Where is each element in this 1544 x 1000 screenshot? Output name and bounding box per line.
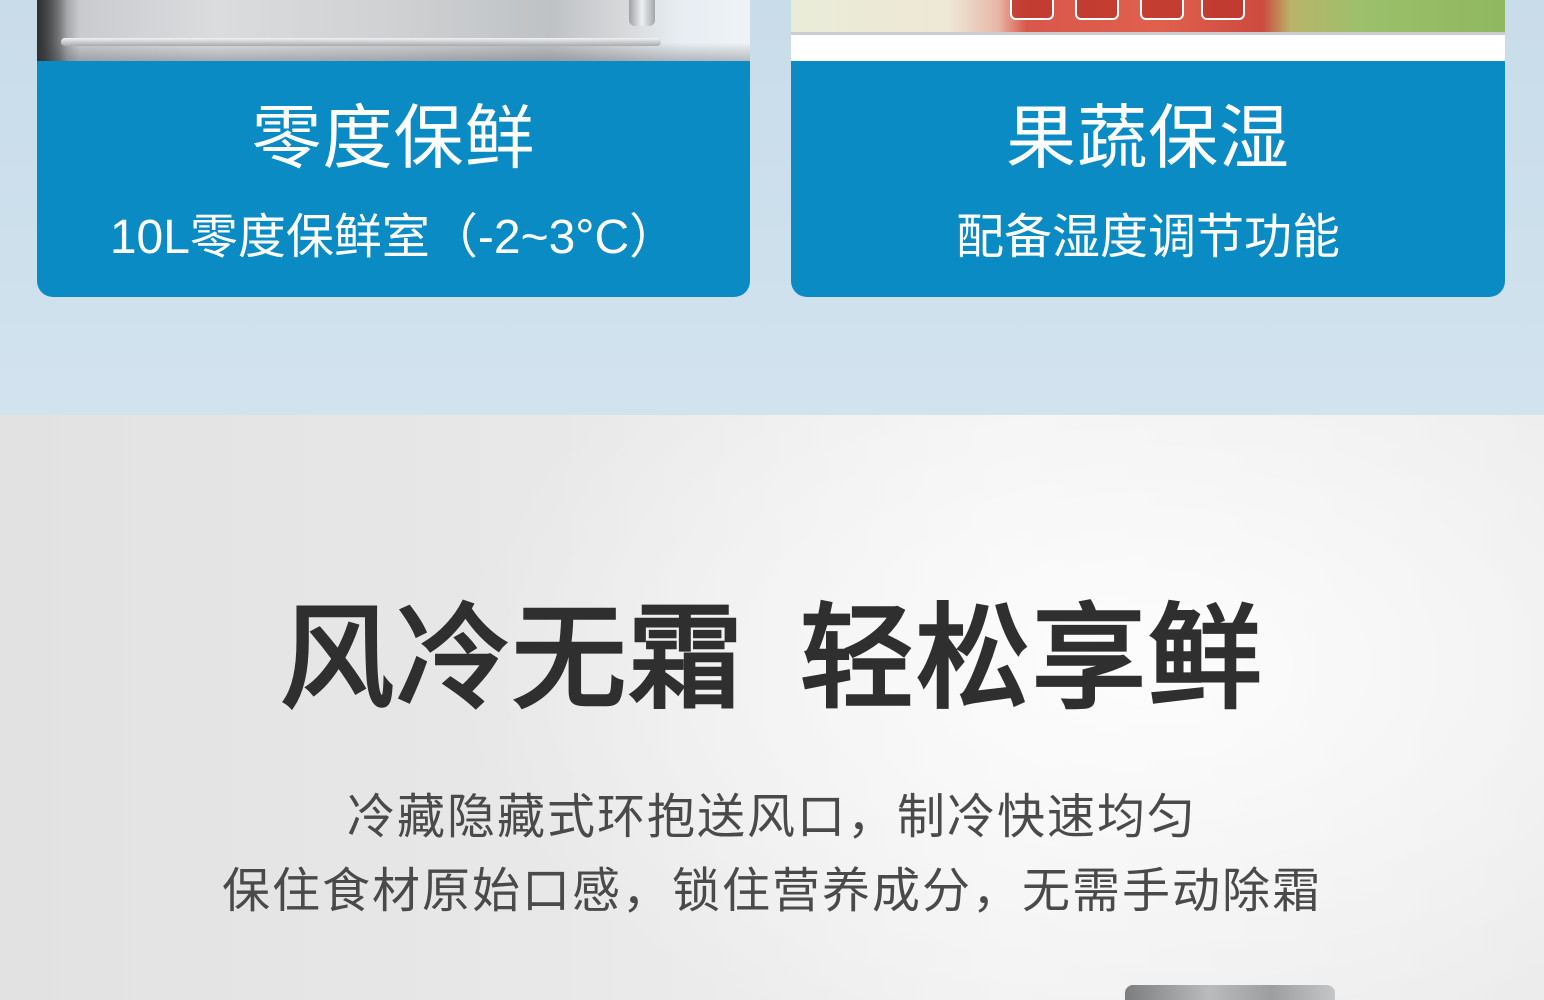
card-subtitle: 配备湿度调节功能 <box>955 211 1340 264</box>
drawer-edge <box>791 32 1505 35</box>
drawer-shadow <box>37 0 67 61</box>
produce-humidity-card: 果蔬保湿 配备湿度调节功能 <box>791 0 1505 297</box>
feature-heading: 风冷无霜 轻松享鲜 <box>280 596 1264 723</box>
drawer-clip <box>629 0 655 26</box>
feature-description-line: 保住食材原始口感，锁住营养成分，无需手动除霜 <box>221 865 1322 918</box>
food-category-icon <box>1140 0 1184 20</box>
fridge-top-edge <box>1125 985 1335 1000</box>
food-category-icon <box>1075 0 1119 20</box>
feature-description-line: 冷藏隐藏式环抱送风口，制冷快速均匀 <box>346 791 1197 844</box>
card-title: 果蔬保湿 <box>1006 99 1290 177</box>
stainless-steel-drawer-photo <box>37 0 750 61</box>
drawer-lip <box>61 38 661 46</box>
produce-drawer-photo <box>791 0 1505 61</box>
food-category-icon <box>1010 0 1054 20</box>
feature-cards-section: 零度保鲜 10L零度保鲜室（-2~3°C） 果蔬保湿 配备湿度调节功能 <box>0 0 1544 415</box>
food-category-icon <box>1201 0 1245 20</box>
zero-degree-card: 零度保鲜 10L零度保鲜室（-2~3°C） <box>37 0 750 297</box>
card-title: 零度保鲜 <box>251 99 536 177</box>
frost-free-section: 风冷无霜 轻松享鲜 冷藏隐藏式环抱送风口，制冷快速均匀 保住食材原始口感，锁住营… <box>0 415 1544 1000</box>
card-subtitle: 10L零度保鲜室（-2~3°C） <box>109 211 678 264</box>
